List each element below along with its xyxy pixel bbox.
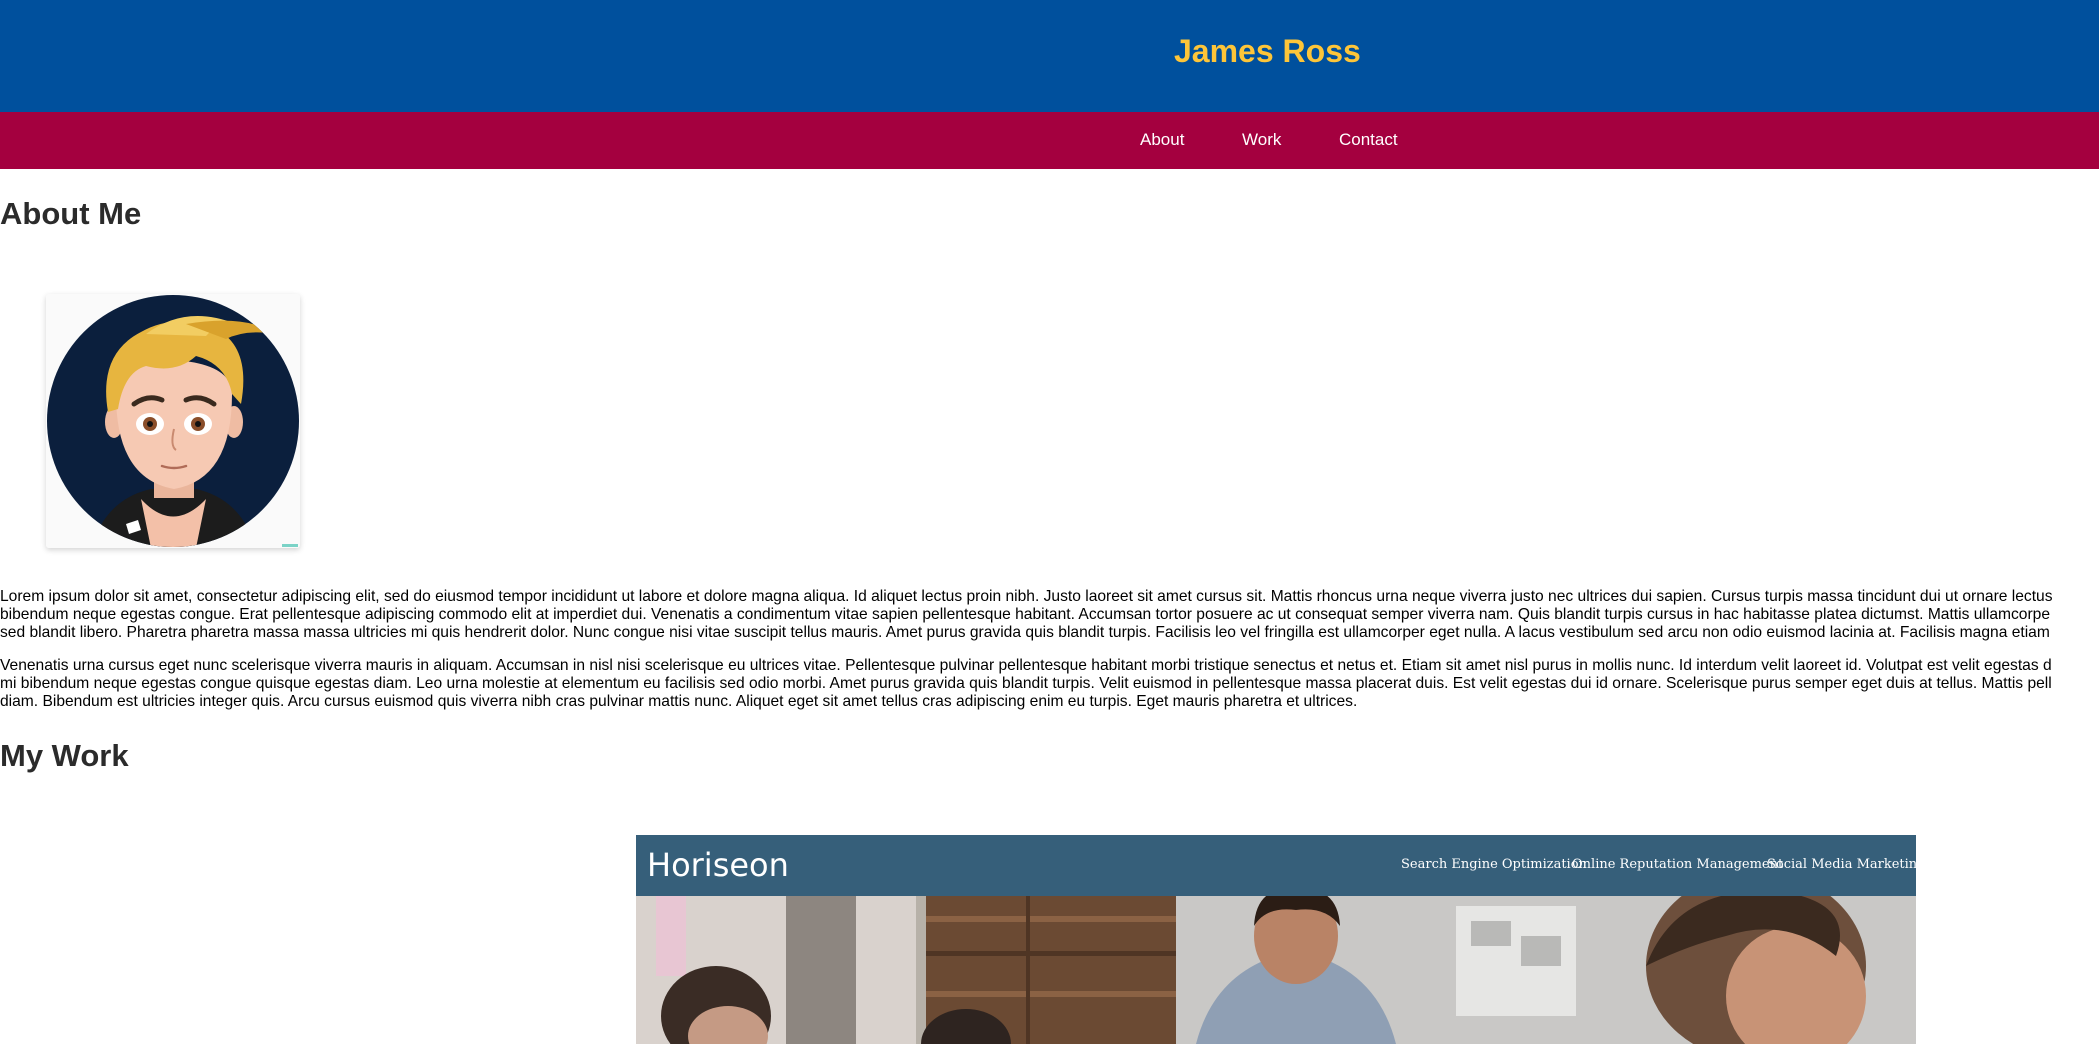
project-logo: Horiseon	[647, 846, 789, 884]
about-paragraph-2: Venenatis urna cursus eget nunc sceleris…	[0, 657, 2099, 711]
cartoon-portrait-icon	[46, 294, 300, 548]
team-meeting-photo-icon	[636, 896, 1916, 1044]
nav-link-contact[interactable]: Contact	[1339, 130, 1398, 150]
site-title: James Ross	[1174, 33, 1361, 69]
about-paragraph-2-line: diam. Bibendum est ultricies integer qui…	[0, 693, 1358, 710]
nav-bar: About Work Contact	[0, 112, 2099, 169]
project-nav-item: Social Media Marketing	[1767, 857, 1916, 872]
project-nav-item: Online Reputation Management	[1572, 857, 1784, 872]
project-header: Horiseon Search Engine Optimization Onli…	[636, 835, 1916, 896]
avatar	[46, 294, 300, 548]
about-heading: About Me	[0, 196, 142, 231]
project-screenshot-horiseon[interactable]: Horiseon Search Engine Optimization Onli…	[636, 835, 1916, 1044]
site-header: James Ross	[0, 0, 2099, 112]
about-paragraph-1-line: Lorem ipsum dolor sit amet, consectetur …	[0, 588, 2053, 605]
project-nav-item: Search Engine Optimization	[1401, 857, 1587, 872]
about-paragraph-2-line: mi bibendum neque egestas congue quisque…	[0, 675, 2052, 692]
about-paragraph-2-line: Venenatis urna cursus eget nunc sceleris…	[0, 657, 2052, 674]
about-paragraph-1-line: bibendum neque egestas congue. Erat pell…	[0, 606, 2051, 623]
nav-link-work[interactable]: Work	[1242, 130, 1281, 150]
about-paragraph-1-line: sed blandit libero. Pharetra pharetra ma…	[0, 624, 2050, 641]
nav-link-about[interactable]: About	[1140, 130, 1184, 150]
work-heading: My Work	[0, 738, 129, 773]
about-paragraph-1: Lorem ipsum dolor sit amet, consectetur …	[0, 588, 2099, 642]
